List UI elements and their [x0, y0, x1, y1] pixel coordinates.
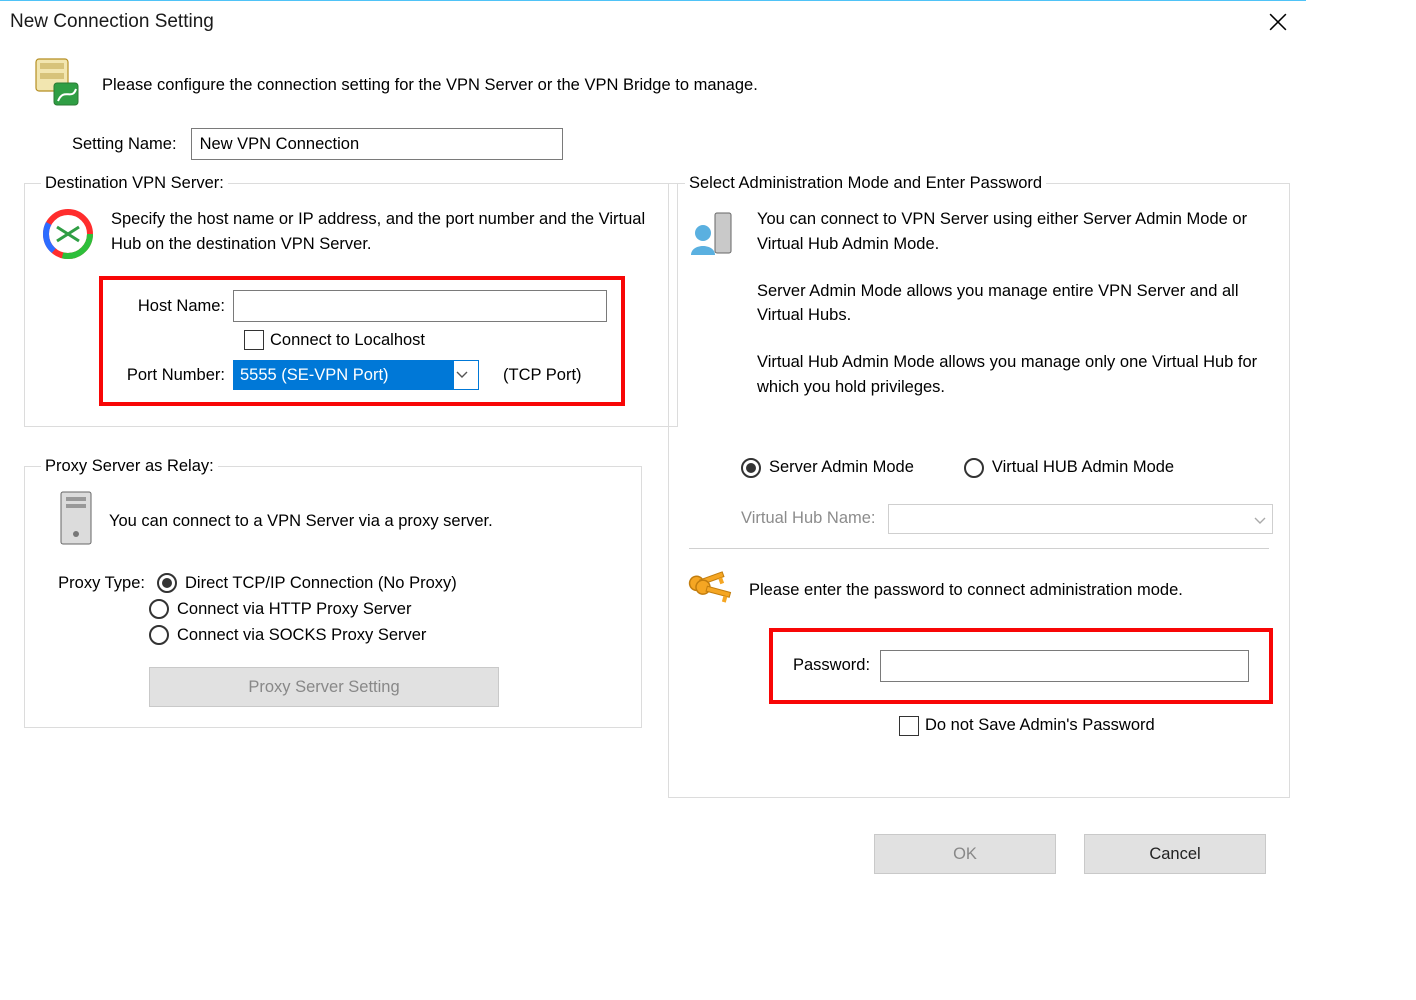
host-name-input[interactable] [233, 290, 607, 322]
setting-name-input[interactable] [191, 128, 563, 160]
proxy-legend: Proxy Server as Relay: [41, 457, 218, 476]
proxy-http-radio[interactable] [149, 599, 169, 619]
server-admin-radio[interactable] [741, 458, 761, 478]
vhub-admin-radio[interactable] [964, 458, 984, 478]
host-name-label: Host Name: [117, 297, 233, 316]
admin-legend: Select Administration Mode and Enter Pas… [685, 174, 1046, 193]
admin-desc-3: Virtual Hub Admin Mode allows you manage… [757, 350, 1273, 400]
proxy-http-label: Connect via HTTP Proxy Server [177, 600, 411, 619]
password-prompt: Please enter the password to connect adm… [749, 581, 1183, 600]
dont-save-password-label: Do not Save Admin's Password [925, 716, 1155, 735]
password-highlight: Password: [769, 628, 1273, 704]
port-number-value: 5555 (SE-VPN Port) [240, 366, 389, 385]
close-icon [1269, 13, 1287, 31]
server-admin-label: Server Admin Mode [769, 458, 914, 477]
destination-legend: Destination VPN Server: [41, 174, 228, 193]
pc-tower-icon [59, 490, 93, 553]
proxy-type-label: Proxy Type: [29, 574, 145, 593]
localhost-label: Connect to Localhost [270, 331, 425, 350]
proxy-socks-label: Connect via SOCKS Proxy Server [177, 626, 426, 645]
port-number-select[interactable]: 5555 (SE-VPN Port) [233, 360, 479, 390]
server-box-icon [28, 55, 84, 116]
admin-desc-2: Server Admin Mode allows you manage enti… [757, 279, 1273, 329]
ok-button[interactable]: OK [874, 834, 1056, 874]
destination-fieldset: Destination VPN Server: Specify the host… [24, 174, 678, 427]
vhub-admin-label: Virtual HUB Admin Mode [992, 458, 1174, 477]
user-server-icon [685, 207, 741, 268]
destination-highlight: Host Name: Connect to Localhost Port Num… [99, 276, 625, 406]
destination-desc: Specify the host name or IP address, and… [111, 207, 661, 257]
vpn-color-icon [41, 207, 95, 266]
admin-fieldset: Select Administration Mode and Enter Pas… [668, 174, 1290, 798]
proxy-fieldset: Proxy Server as Relay: You can connect t… [24, 457, 642, 728]
window-title: New Connection Setting [10, 11, 214, 33]
setting-name-label: Setting Name: [72, 135, 177, 154]
dont-save-password-checkbox[interactable] [899, 716, 919, 736]
password-label: Password: [793, 656, 870, 675]
setting-name-row: Setting Name: [72, 128, 1306, 160]
close-button[interactable] [1258, 6, 1298, 38]
admin-desc-1: You can connect to VPN Server using eith… [757, 207, 1273, 257]
proxy-server-setting-button[interactable]: Proxy Server Setting [149, 667, 499, 707]
port-number-label: Port Number: [117, 366, 233, 385]
vhub-name-select[interactable] [888, 504, 1273, 534]
intro-row: Please configure the connection setting … [0, 43, 1306, 124]
proxy-desc: You can connect to a VPN Server via a pr… [109, 509, 493, 534]
proxy-direct-radio[interactable] [157, 573, 177, 593]
password-input[interactable] [880, 650, 1249, 682]
chevron-down-icon [1254, 511, 1266, 530]
separator [689, 548, 1269, 549]
localhost-checkbox[interactable] [244, 330, 264, 350]
dialog-window: New Connection Setting Please configure … [0, 0, 1306, 888]
tcp-port-label: (TCP Port) [503, 366, 582, 385]
vhub-name-label: Virtual Hub Name: [741, 509, 876, 528]
intro-text: Please configure the connection setting … [102, 76, 758, 95]
keys-icon [685, 563, 735, 618]
cancel-button[interactable]: Cancel [1084, 834, 1266, 874]
proxy-socks-radio[interactable] [149, 625, 169, 645]
chevron-down-icon [452, 366, 472, 384]
titlebar: New Connection Setting [0, 1, 1306, 43]
proxy-direct-label: Direct TCP/IP Connection (No Proxy) [185, 574, 457, 593]
